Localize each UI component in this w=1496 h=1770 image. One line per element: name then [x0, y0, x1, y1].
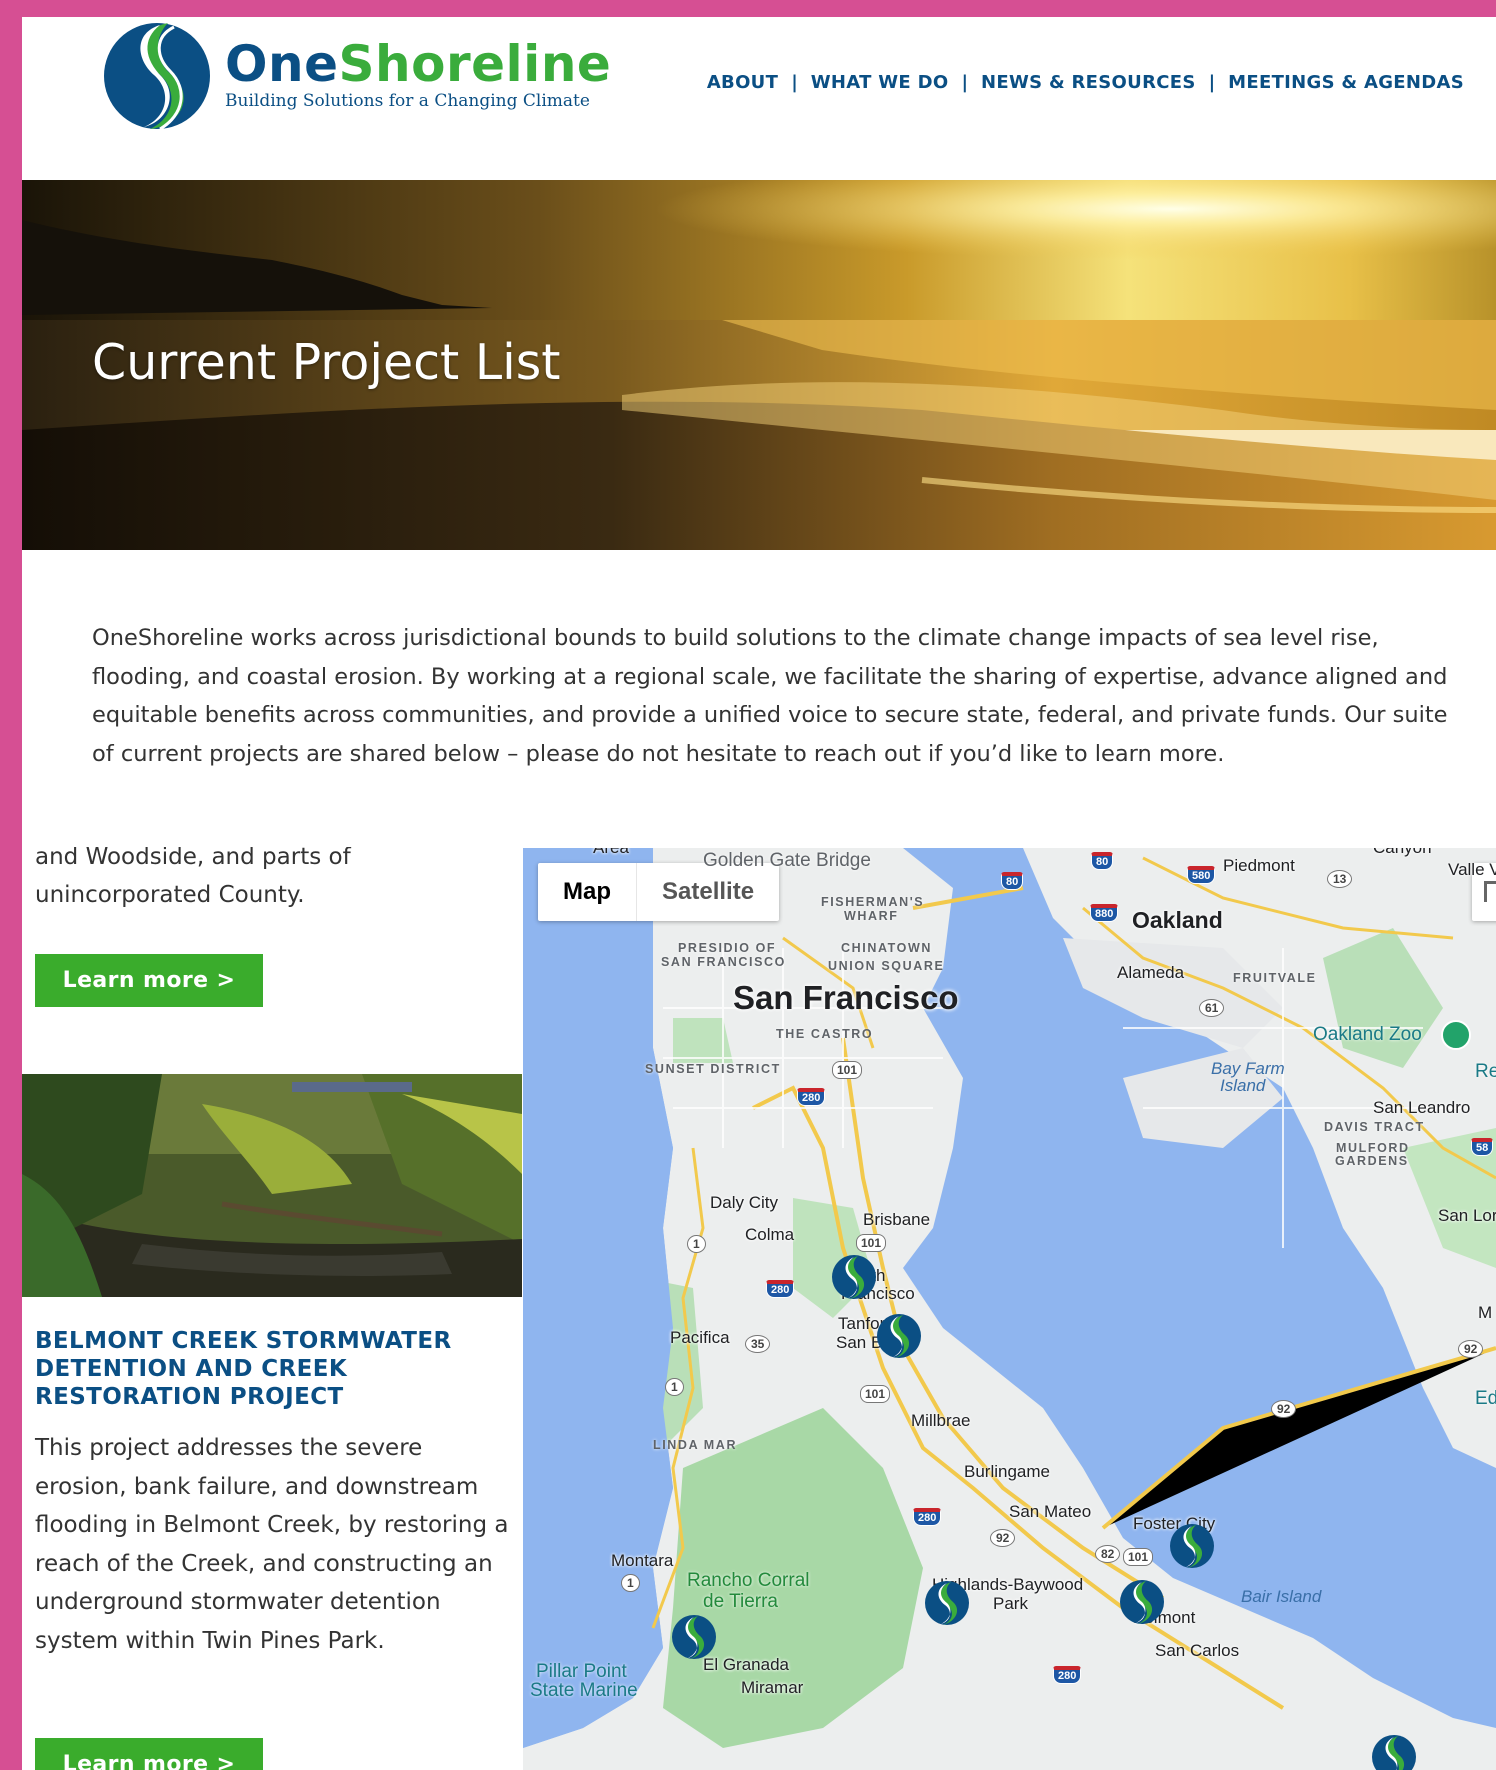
highway-shield: 580: [1187, 866, 1216, 884]
map-label: Colma: [745, 1225, 795, 1244]
intro-paragraph: OneShoreline works across jurisdictional…: [92, 625, 1448, 767]
belmont-creek-image[interactable]: [22, 1074, 522, 1297]
nav-news-resources[interactable]: NEWS & RESOURCES: [981, 72, 1196, 93]
nav-separator: |: [1208, 72, 1216, 93]
highway-shield: 280: [1053, 1666, 1082, 1684]
map-label: WHARF: [844, 909, 899, 923]
map-label: THE CASTRO: [776, 1027, 874, 1041]
brand-name[interactable]: OneShoreline: [225, 35, 611, 93]
highway-shield: 101: [832, 1061, 863, 1079]
map-label: Park: [993, 1594, 1028, 1613]
map-label: LINDA MAR: [653, 1438, 738, 1452]
map-label: Oakland: [1132, 907, 1223, 933]
map-label: San Leandro: [1373, 1098, 1471, 1117]
learn-more-button[interactable]: Learn more >: [35, 954, 263, 1007]
highway-shield: 101: [856, 1234, 887, 1252]
nav-separator: |: [961, 72, 969, 93]
map-label: Burlingame: [964, 1462, 1050, 1481]
map-label: DAVIS TRACT: [1324, 1120, 1425, 1134]
project-marker-icon[interactable]: [875, 1312, 923, 1360]
map-label: GARDENS: [1335, 1154, 1409, 1168]
map-label: Golden Gate Bridge: [703, 850, 871, 871]
nav-meetings-agendas[interactable]: MEETINGS & AGENDAS: [1228, 72, 1464, 93]
map-label: Miramar: [741, 1678, 804, 1697]
brand-tagline: Building Solutions for a Changing Climat…: [225, 91, 590, 111]
highway-shield: 80: [1091, 852, 1114, 870]
map-label: Re: [1475, 1061, 1496, 1082]
highway-shield: 280: [913, 1508, 942, 1526]
map-label: Area: [593, 848, 629, 858]
map-label: Daly City: [710, 1193, 779, 1212]
highway-shield: 1: [665, 1378, 684, 1396]
highway-shield: 101: [1123, 1548, 1154, 1566]
highway-shield: 1: [621, 1574, 640, 1592]
highway-shield: 58: [1471, 1138, 1494, 1156]
map-label: San Mateo: [1009, 1502, 1092, 1521]
highway-shield: 80: [1001, 872, 1024, 890]
map-label: Ed: [1475, 1388, 1496, 1409]
map-label: FISHERMAN'S: [821, 895, 925, 909]
map-label: MULFORD: [1336, 1141, 1410, 1155]
map-label: Bair Island: [1241, 1587, 1322, 1606]
zoo-icon[interactable]: [1441, 1020, 1471, 1050]
map-label: Montara: [611, 1551, 674, 1570]
page-title: Current Project List: [92, 334, 561, 391]
nav-what-we-do[interactable]: WHAT WE DO: [811, 72, 949, 93]
highway-shield: 101: [860, 1385, 891, 1403]
map-label: Alameda: [1117, 963, 1185, 982]
hero-banner: Current Project List: [22, 180, 1496, 550]
project-marker-icon[interactable]: [670, 1613, 718, 1661]
map-label: M: [1478, 1303, 1493, 1322]
map-label: San Lor: [1438, 1206, 1496, 1225]
project-marker-icon[interactable]: [830, 1253, 878, 1301]
project-marker-icon[interactable]: [1370, 1733, 1418, 1770]
map-label: SAN FRANCISCO: [661, 955, 786, 969]
map-label: Valle V: [1448, 860, 1496, 879]
project-description: This project addresses the severe erosio…: [35, 1435, 509, 1654]
main-nav: ABOUT | WHAT WE DO | NEWS & RESOURCES | …: [707, 72, 1464, 93]
map-type-map-button[interactable]: Map: [538, 863, 636, 921]
fullscreen-icon: [1484, 881, 1496, 902]
map-label: Pacifica: [670, 1328, 730, 1347]
map-label: PRESIDIO OF: [678, 941, 777, 955]
learn-more-button[interactable]: Learn more >: [35, 1738, 263, 1770]
map-label: State Marine: [530, 1680, 638, 1701]
map-label: Oakland Zoo: [1313, 1024, 1422, 1045]
map-label: Island: [1220, 1076, 1266, 1095]
map-label: Rancho Corral: [687, 1570, 810, 1591]
map-base: [523, 848, 1496, 1770]
map-label: FRUITVALE: [1233, 971, 1317, 985]
site-header: OneShoreline Building Solutions for a Ch…: [22, 17, 1496, 180]
project-marker-icon[interactable]: [923, 1579, 971, 1627]
highway-shield: 280: [797, 1088, 826, 1106]
map-label: Piedmont: [1223, 856, 1295, 875]
map-label: Brisbane: [863, 1210, 931, 1229]
map-label: SUNSET DISTRICT: [645, 1062, 781, 1076]
project-marker-icon[interactable]: [1168, 1522, 1216, 1570]
map-label: de Tierra: [703, 1591, 778, 1612]
project-marker-icon[interactable]: [1118, 1578, 1166, 1626]
map-label: CHINATOWN: [841, 941, 933, 955]
project-title[interactable]: BELMONT CREEK STORMWATER DETENTION AND C…: [35, 1327, 505, 1411]
oneshoreline-logo-icon[interactable]: [98, 17, 216, 135]
previous-project-description: and Woodside, and parts of unincorporate…: [35, 847, 351, 908]
project-map[interactable]: Map Satellite Golden Gate Bridge Area FI…: [523, 848, 1496, 1770]
highway-shield: 280: [766, 1280, 795, 1298]
map-label: San Francisco: [733, 979, 959, 1016]
nav-about[interactable]: ABOUT: [707, 72, 778, 93]
project-list: and Woodside, and parts of unincorporate…: [22, 847, 522, 1770]
map-label: UNION SQUARE: [828, 959, 945, 973]
highway-shield: 880: [1090, 904, 1119, 922]
nav-separator: |: [791, 72, 798, 93]
highway-shield: 1: [687, 1235, 706, 1253]
map-label: Millbrae: [911, 1411, 971, 1430]
page: OneShoreline Building Solutions for a Ch…: [22, 17, 1496, 1770]
map-label: San Carlos: [1155, 1641, 1240, 1660]
map-label: Canyon: [1373, 848, 1432, 858]
